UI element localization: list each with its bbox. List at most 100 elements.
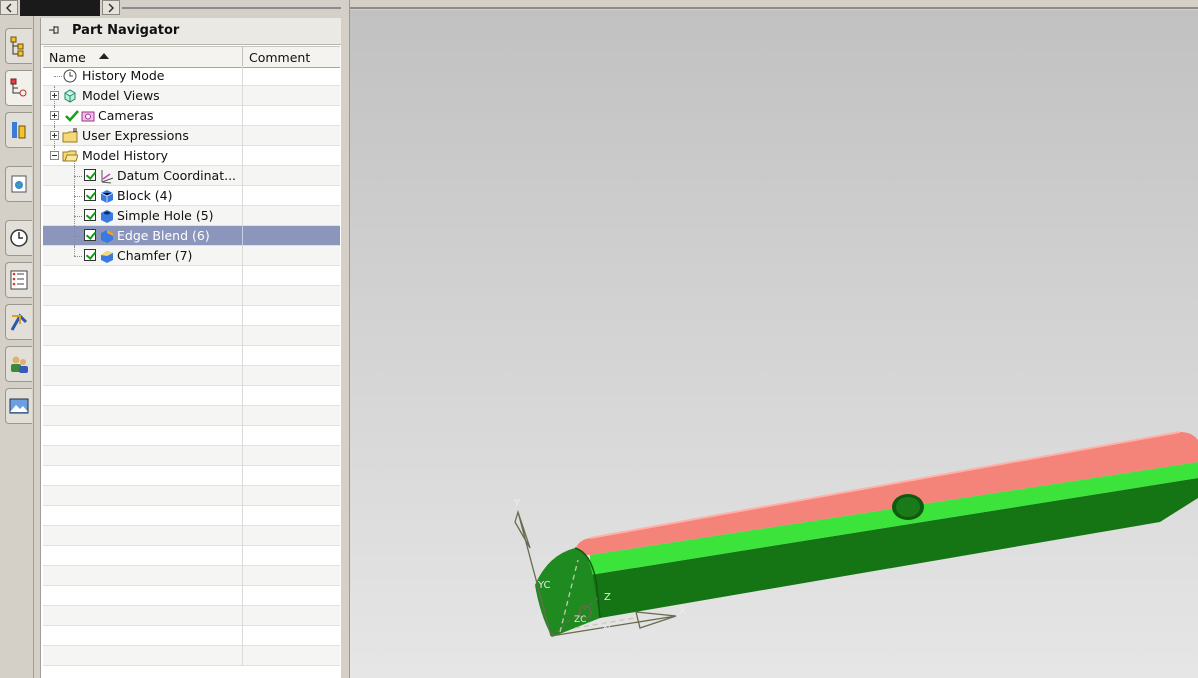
navigator-titlebar: Part Navigator [41,18,342,45]
axis-label-z: Z [604,592,611,603]
system-scenes-icon [9,398,29,414]
empty-row [43,386,340,406]
collapse-toggle[interactable] [50,151,59,160]
empty-row [43,326,340,346]
scroll-right-button[interactable] [102,0,120,15]
datum-csys-icon [101,170,114,184]
roles-tab[interactable] [5,346,32,382]
empty-row [43,566,340,586]
hole-icon [101,210,113,223]
graphics-viewport[interactable]: Y YC Z ZC XC X [350,10,1198,678]
chevron-right-icon [108,2,115,13]
visibility-checkbox[interactable] [84,189,96,201]
axis-label-x: X [679,606,686,617]
tree-row-cameras[interactable]: Cameras [43,106,340,126]
axis-label-zc: ZC [574,615,586,625]
tree-row-chamfer[interactable]: Chamfer (7) [43,246,340,266]
tree-row-history-mode[interactable]: History Mode [43,66,340,86]
process-studio-tab[interactable] [5,304,32,340]
tree-label: Model Views [82,88,160,103]
visibility-checkbox[interactable] [84,249,96,261]
tree-label: Cameras [98,108,154,123]
column-header-name[interactable]: Name [43,47,243,67]
folder-open-icon [62,150,78,162]
expand-toggle[interactable] [50,131,59,140]
model-view: Y YC Z ZC XC X [513,431,1198,637]
axis-label-y: Y [513,498,521,509]
tree-row-block[interactable]: Block (4) [43,186,340,206]
tree-row-datum-coordinate[interactable]: Datum Coordinat... [43,166,340,186]
tree-label: Chamfer (7) [117,248,193,263]
empty-row [43,406,340,426]
expand-toggle[interactable] [50,91,59,100]
part-navigator-panel: Part Navigator Name Comment History Mode… [40,18,343,678]
history-tab[interactable] [5,220,32,256]
empty-row [43,466,340,486]
assembly-navigator-icon [10,36,24,57]
scroll-left-button[interactable] [0,0,18,15]
empty-row [43,346,340,366]
column-header-comment[interactable]: Comment [249,50,310,65]
expand-toggle[interactable] [50,111,59,120]
edge-blend-icon [101,230,113,243]
empty-row [43,306,340,326]
divider [122,7,1198,9]
part-body[interactable] [535,431,1198,637]
tree-label: Datum Coordinat... [117,168,237,183]
navigator-title: Part Navigator [72,23,180,38]
system-scenes-tab[interactable] [5,388,32,424]
chamfer-icon [101,251,113,263]
tab-scrollbar-thumb[interactable] [20,0,100,16]
tree-row-user-expressions[interactable]: User Expressions [43,126,340,146]
axis-label-yc: YC [537,580,551,591]
tree-label: History Mode [82,68,165,83]
empty-row [43,606,340,626]
visibility-checkbox[interactable] [84,229,96,241]
tree-label: Block (4) [117,188,173,203]
process-studio-icon [10,313,28,331]
column-name-label: Name [49,50,86,65]
resource-bar [0,16,34,678]
tree-label: User Expressions [82,128,189,143]
tree-row-simple-hole[interactable]: Simple Hole (5) [43,206,340,226]
empty-row [43,446,340,466]
reuse-library-tab[interactable] [5,262,32,298]
web-browser-icon [11,175,27,193]
visibility-checkbox[interactable] [84,209,96,221]
empty-row [43,646,340,666]
empty-row [43,546,340,566]
green-check-icon [65,110,79,122]
camera-icon [81,111,95,122]
axis-label-xc: XC [602,622,615,633]
model-views-icon [64,89,76,103]
tree-label: Simple Hole (5) [117,208,214,223]
tree-row-model-views[interactable]: Model Views [43,86,340,106]
constraint-navigator-tab[interactable] [5,112,32,148]
folder-expression-icon [62,128,78,143]
tree-row-edge-blend[interactable]: Edge Blend (6) [43,226,340,246]
part-navigator-tab[interactable] [5,70,32,106]
empty-row [43,486,340,506]
empty-row [43,506,340,526]
roles-icon [11,356,28,373]
web-browser-tab[interactable] [5,166,32,202]
part-navigator-icon [10,78,27,97]
pin-icon[interactable] [47,23,61,37]
visibility-checkbox[interactable] [84,169,96,181]
empty-row [43,526,340,546]
reuse-library-icon [10,270,28,290]
history-icon [10,229,28,247]
assembly-navigator-tab[interactable] [5,28,32,64]
empty-row [43,586,340,606]
constraint-navigator-icon [12,122,26,139]
tree-label: Model History [82,148,168,163]
panel-splitter[interactable] [341,0,350,678]
clock-icon [63,69,77,83]
sort-ascending-icon [99,53,109,59]
tree-row-model-history[interactable]: Model History [43,146,340,166]
tree-label: Edge Blend (6) [117,228,210,243]
empty-row [43,286,340,306]
empty-row [43,266,340,286]
empty-row [43,426,340,446]
tree-list: History Mode Model Views Cameras User Ex… [43,66,340,666]
